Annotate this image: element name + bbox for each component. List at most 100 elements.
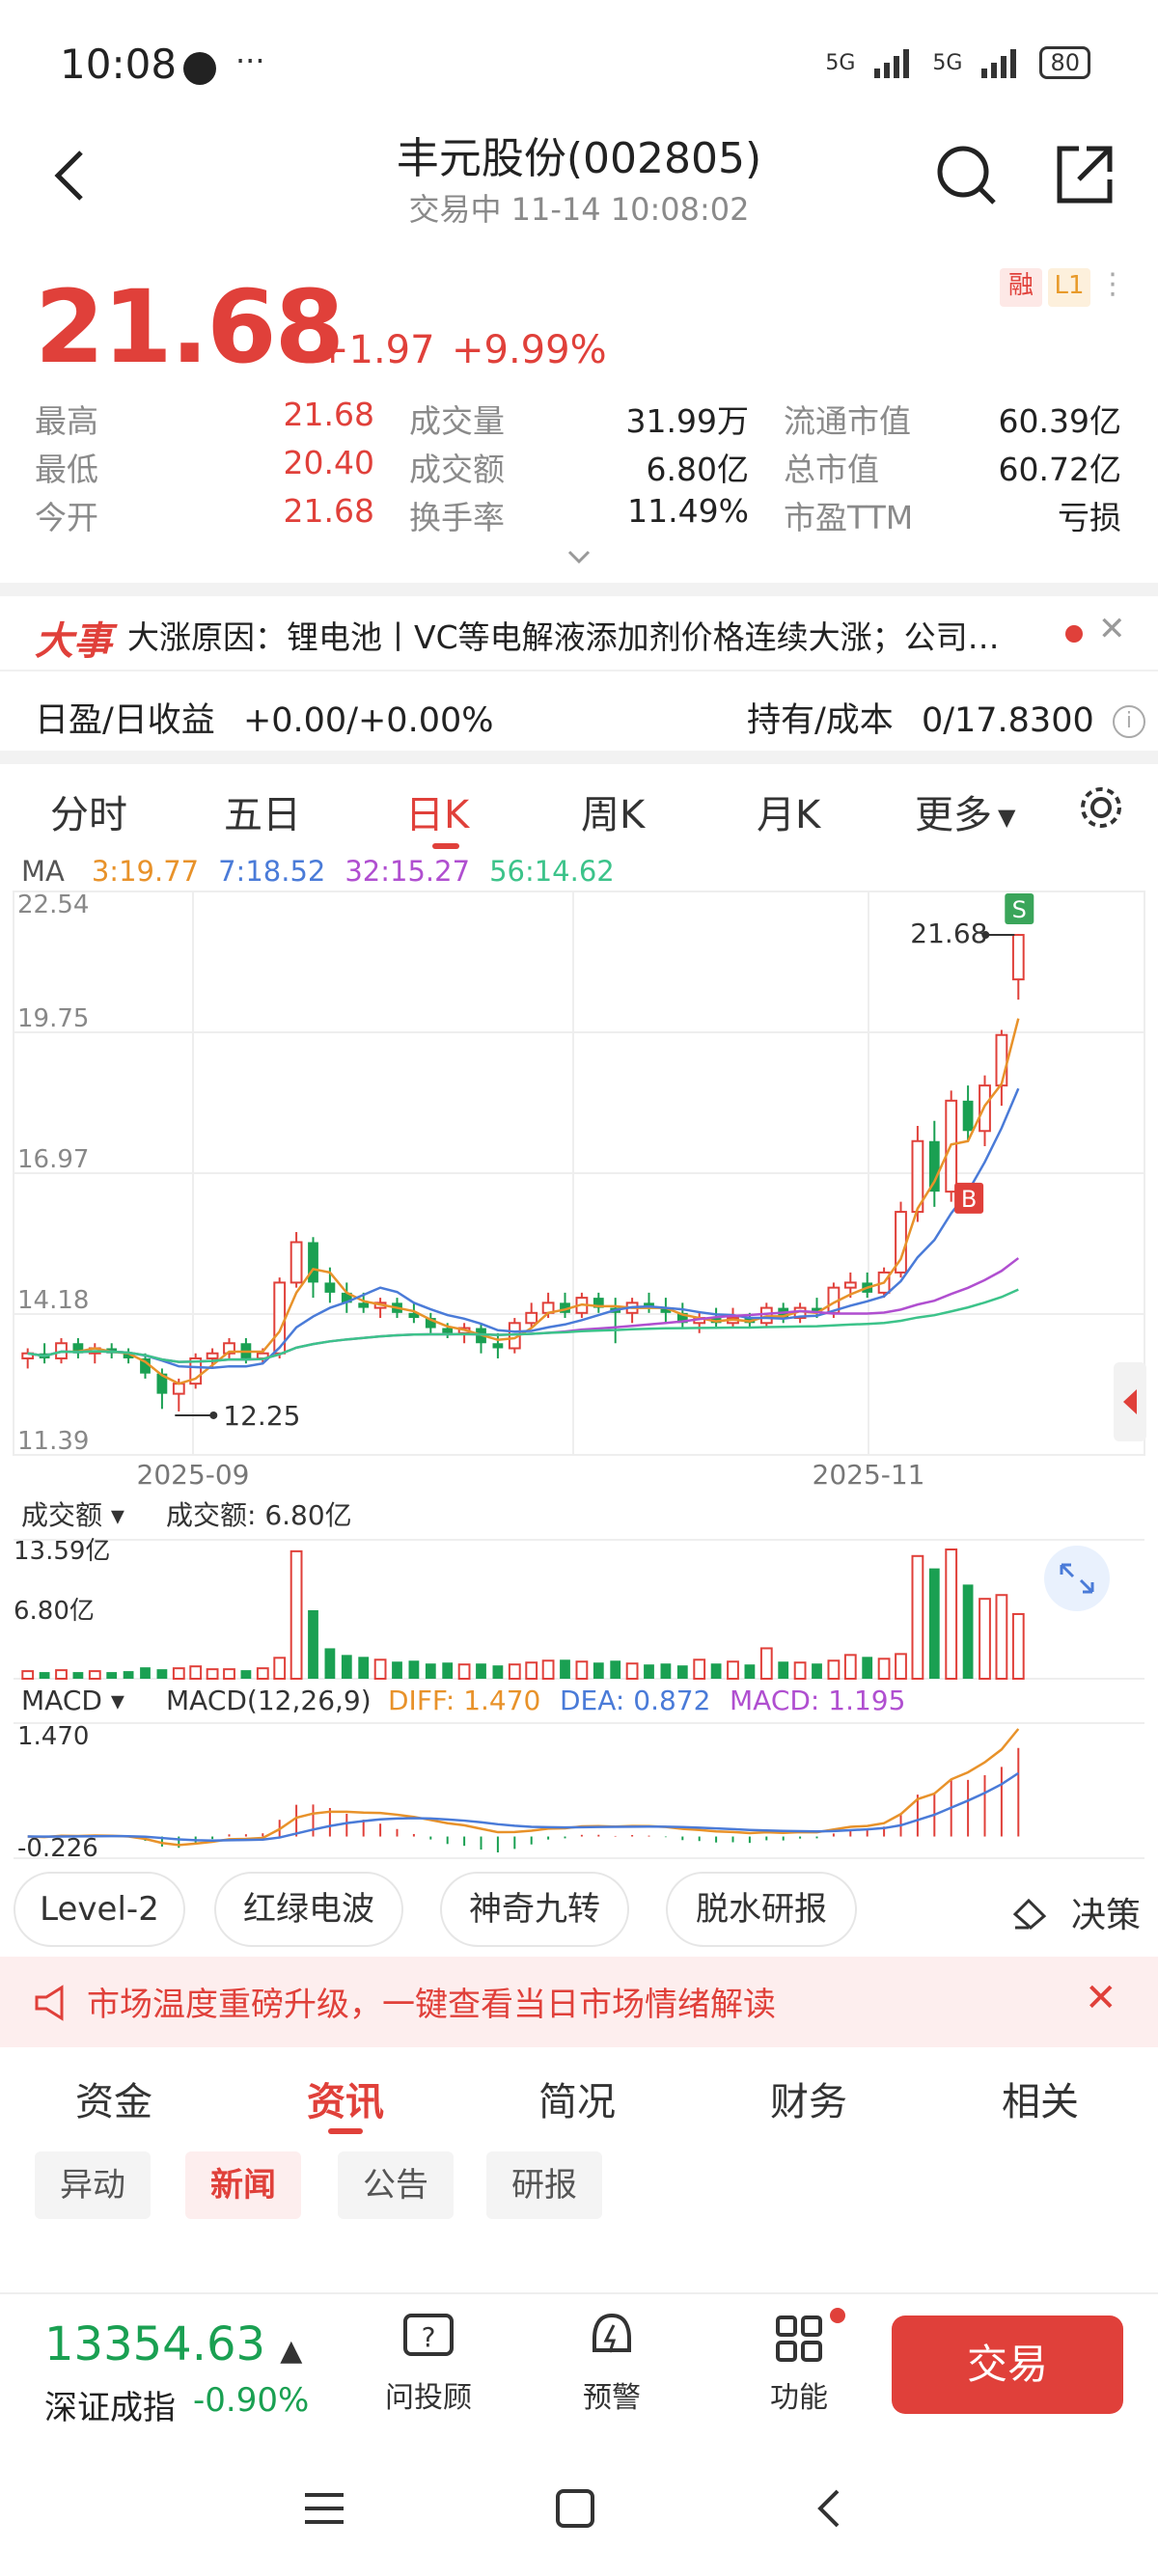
chart-tab-1[interactable]: 五日 bbox=[224, 783, 301, 839]
volume-bar bbox=[425, 1663, 436, 1679]
sell-marker-label: S bbox=[1012, 896, 1027, 923]
ma-value-1: 7:18.52 bbox=[218, 855, 326, 888]
chart-tab-4[interactable]: 月K bbox=[757, 783, 820, 839]
ma-value-3: 56:14.62 bbox=[489, 855, 615, 888]
stat-label: 今开 bbox=[35, 499, 98, 536]
holding-row[interactable]: 持有/成本 0/17.8300 i bbox=[747, 693, 1145, 742]
volume-bar bbox=[995, 1594, 1008, 1681]
expand-chevron-icon[interactable] bbox=[567, 548, 591, 567]
volume-bar bbox=[759, 1647, 773, 1680]
info-tab-3[interactable]: 财务 bbox=[770, 2070, 847, 2126]
price-alert-button[interactable]: 预警 bbox=[554, 2312, 670, 2416]
status-icons: 5G 5G 80 bbox=[825, 46, 1090, 79]
signal-icon-2 bbox=[981, 49, 1017, 78]
volume-bar bbox=[492, 1665, 504, 1679]
volume-bar bbox=[676, 1665, 688, 1679]
macd-max-label: 1.470 bbox=[17, 1722, 89, 1751]
more-options-icon[interactable]: ⋮ bbox=[1098, 268, 1127, 307]
chart-tab-2[interactable]: 日K bbox=[405, 783, 469, 849]
volume-bar bbox=[877, 1658, 891, 1680]
chart-tab-3[interactable]: 周K bbox=[581, 783, 645, 839]
stat-label: 换手率 bbox=[409, 499, 505, 536]
decision-label[interactable]: 决策 bbox=[1071, 1887, 1141, 1937]
ma-value-2: 32:15.27 bbox=[345, 855, 471, 888]
volume-bar bbox=[928, 1568, 940, 1679]
daily-profit-value: +0.00/+0.00% bbox=[242, 701, 494, 740]
level-tag[interactable]: L1 bbox=[1048, 268, 1090, 307]
volume-title[interactable]: 成交额 ▾ bbox=[21, 1499, 124, 1531]
y-tick-label: 16.97 bbox=[17, 1145, 89, 1174]
margin-tag[interactable]: 融 bbox=[1000, 268, 1042, 307]
signal-5g-label-2: 5G bbox=[932, 50, 963, 75]
volume-bar bbox=[256, 1667, 269, 1681]
volume-bar bbox=[392, 1661, 402, 1679]
chart-tab-0[interactable]: 分时 bbox=[50, 783, 127, 839]
ma-legend: MA 3:19.77 7:18.52 32:15.27 56:14.62 bbox=[21, 855, 634, 888]
sub-tab-3[interactable]: 研报 bbox=[486, 2151, 602, 2219]
info-tab-2[interactable]: 简况 bbox=[538, 2070, 616, 2126]
sub-tab-2[interactable]: 公告 bbox=[338, 2151, 454, 2219]
search-button[interactable] bbox=[932, 141, 1000, 208]
info-tab-1[interactable]: 资讯 bbox=[307, 2070, 384, 2126]
info-tab-4[interactable]: 相关 bbox=[1002, 2070, 1079, 2126]
ask-advisor-label: 问投顾 bbox=[385, 2381, 472, 2415]
system-nav-bar bbox=[0, 2451, 1158, 2576]
info-tab-0[interactable]: 资金 bbox=[75, 2070, 152, 2126]
info-icon[interactable]: i bbox=[1112, 705, 1145, 738]
menu-icon[interactable] bbox=[301, 2485, 347, 2532]
stat-value: 20.40 bbox=[283, 444, 374, 481]
market-alert-banner[interactable]: 市场温度重磅升级，一键查看当日市场情绪解读 ✕ bbox=[0, 1957, 1158, 2047]
volume-bar bbox=[560, 1659, 570, 1679]
ask-advisor-button[interactable]: ? 问投顾 bbox=[371, 2312, 486, 2416]
high-price-dot bbox=[981, 931, 990, 940]
index-name[interactable]: 深证成指 bbox=[44, 2381, 176, 2428]
kline-chart[interactable]: 22.54 19.75 16.97 14.18 11.39 21.68 12.25 S B 202… bbox=[0, 888, 1158, 1910]
volume-bar bbox=[778, 1661, 789, 1679]
volume-bar bbox=[373, 1658, 387, 1680]
news-headline[interactable]: 大涨原因：锂电池丨VC等电解液添加剂价格连续大涨；公司… bbox=[127, 612, 1015, 658]
candle-body bbox=[962, 1100, 974, 1132]
stat-value: 60.39亿 bbox=[998, 402, 1121, 440]
sub-tab-0[interactable]: 异动 bbox=[35, 2151, 151, 2219]
unread-dot bbox=[1065, 625, 1083, 643]
chart-settings-button[interactable] bbox=[1077, 783, 1125, 832]
home-square-icon[interactable] bbox=[552, 2485, 598, 2532]
volume-bar bbox=[979, 1598, 991, 1680]
volume-bar bbox=[273, 1657, 287, 1680]
status-time: 10:08 bbox=[60, 41, 178, 88]
chart-tab-5[interactable]: 更多 ▼ bbox=[915, 783, 1015, 839]
alert-close-icon[interactable]: ✕ bbox=[1085, 1976, 1117, 2020]
volume-max-label: 13.59亿 bbox=[14, 1537, 110, 1566]
decision-icon[interactable] bbox=[1009, 1889, 1052, 1932]
indicator-pill-1[interactable]: 红绿电波 bbox=[214, 1872, 403, 1947]
macd-title[interactable]: MACD ▾ bbox=[21, 1685, 124, 1716]
candle-body bbox=[492, 1343, 504, 1349]
index-value-text: 13354.63 bbox=[44, 2317, 266, 2371]
indicator-pill-3[interactable]: 脱水研报 bbox=[666, 1872, 857, 1947]
indicator-pill-2[interactable]: 神奇九转 bbox=[440, 1872, 629, 1947]
candle-body bbox=[290, 1241, 303, 1284]
volume-bar bbox=[812, 1663, 822, 1679]
stat-value: 11.49% bbox=[627, 492, 749, 530]
indicator-pill-0[interactable]: Level-2 bbox=[14, 1872, 185, 1947]
expand-chart-button[interactable] bbox=[1044, 1546, 1110, 1611]
volume-bar bbox=[710, 1663, 722, 1679]
volume-bar bbox=[843, 1654, 857, 1681]
functions-button[interactable]: 功能 bbox=[741, 2312, 857, 2416]
holding-label: 持有/成本 bbox=[747, 701, 894, 740]
x-tick-label: 2025-11 bbox=[813, 1459, 925, 1491]
candle-body bbox=[525, 1311, 538, 1325]
ma-value-0: 3:19.77 bbox=[91, 855, 200, 888]
share-button[interactable] bbox=[1050, 141, 1117, 208]
back-nav-icon[interactable] bbox=[807, 2485, 853, 2532]
dropdown-triangle-icon: ▼ bbox=[998, 804, 1016, 831]
index-value[interactable]: 13354.63 ▲ bbox=[44, 2317, 302, 2371]
trade-button[interactable]: 交易 bbox=[892, 2316, 1123, 2414]
svg-text:?: ? bbox=[422, 2321, 436, 2353]
news-close-icon[interactable]: ✕ bbox=[1098, 610, 1126, 648]
battery-icon: 80 bbox=[1039, 46, 1090, 79]
stat-label: 总市值 bbox=[784, 451, 879, 488]
sub-tab-1[interactable]: 新闻 bbox=[185, 2151, 301, 2219]
volume-bar bbox=[693, 1658, 706, 1680]
question-bubble-icon: ? bbox=[403, 2314, 454, 2356]
